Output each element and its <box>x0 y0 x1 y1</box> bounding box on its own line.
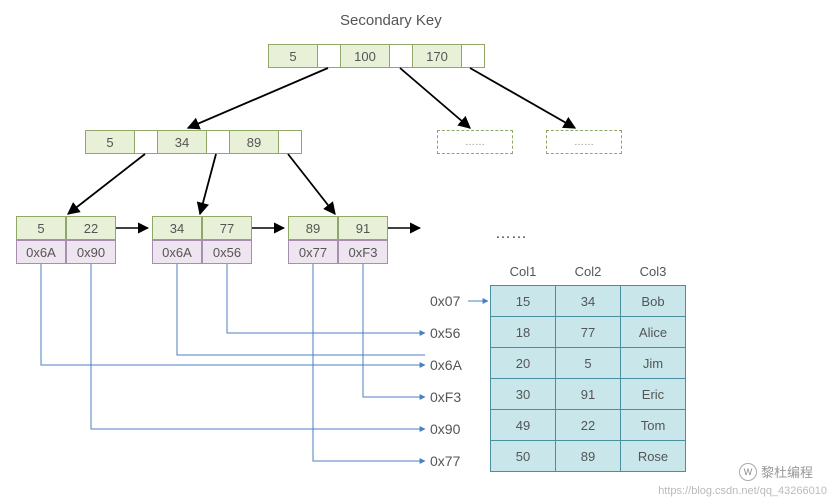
table-header: Col2 <box>556 258 621 286</box>
leaf-node: 3477 0x6A0x56 <box>152 216 252 264</box>
leaf-key: 5 <box>16 216 66 240</box>
table-row: 4922Tom <box>491 410 686 441</box>
mid-ptr <box>135 131 158 153</box>
root-ptr <box>318 45 341 67</box>
leaf-key: 91 <box>338 216 388 240</box>
leaf-val: 0x90 <box>66 240 116 264</box>
mid-ptr <box>279 131 301 153</box>
address-label: 0xF3 <box>430 389 461 405</box>
table-row: 1877Alice <box>491 317 686 348</box>
leaf-val: 0x6A <box>152 240 202 264</box>
leaf-val: 0x56 <box>202 240 252 264</box>
root-ptr <box>390 45 413 67</box>
root-key: 170 <box>413 45 462 67</box>
table-row: 3091Eric <box>491 379 686 410</box>
address-label: 0x77 <box>430 453 460 469</box>
mid-key: 5 <box>86 131 135 153</box>
leaf-key: 22 <box>66 216 116 240</box>
data-table: Col1Col2Col3 1534Bob 1877Alice 205Jim 30… <box>490 258 686 472</box>
table-row: 5089Rose <box>491 441 686 472</box>
mid-key: 34 <box>158 131 207 153</box>
ellipsis: …… <box>495 225 527 243</box>
table-row: 1534Bob <box>491 286 686 317</box>
leaf-node: 522 0x6A0x90 <box>16 216 116 264</box>
leaf-val: 0xF3 <box>338 240 388 264</box>
internal-node: 5 34 89 <box>85 130 302 154</box>
leaf-key: 34 <box>152 216 202 240</box>
watermark-brand: W黎杜编程 <box>739 462 813 481</box>
table-header: Col3 <box>621 258 686 286</box>
table-header: Col1 <box>491 258 556 286</box>
address-label: 0x90 <box>430 421 460 437</box>
leaf-val: 0x6A <box>16 240 66 264</box>
root-key: 5 <box>269 45 318 67</box>
title: Secondary Key <box>340 12 442 29</box>
placeholder-node: …… <box>546 130 622 154</box>
root-node: 5 100 170 <box>268 44 485 68</box>
leaf-node: 8991 0x770xF3 <box>288 216 388 264</box>
leaf-val: 0x77 <box>288 240 338 264</box>
root-ptr <box>462 45 484 67</box>
mid-ptr <box>207 131 230 153</box>
address-label: 0x6A <box>430 357 462 373</box>
address-label: 0x07 <box>430 293 460 309</box>
leaf-key: 77 <box>202 216 252 240</box>
watermark-url: https://blog.csdn.net/qq_43266010 <box>658 485 827 497</box>
placeholder-node: …… <box>437 130 513 154</box>
address-label: 0x56 <box>430 325 460 341</box>
table-row: 205Jim <box>491 348 686 379</box>
mid-key: 89 <box>230 131 279 153</box>
leaf-key: 89 <box>288 216 338 240</box>
root-key: 100 <box>341 45 390 67</box>
